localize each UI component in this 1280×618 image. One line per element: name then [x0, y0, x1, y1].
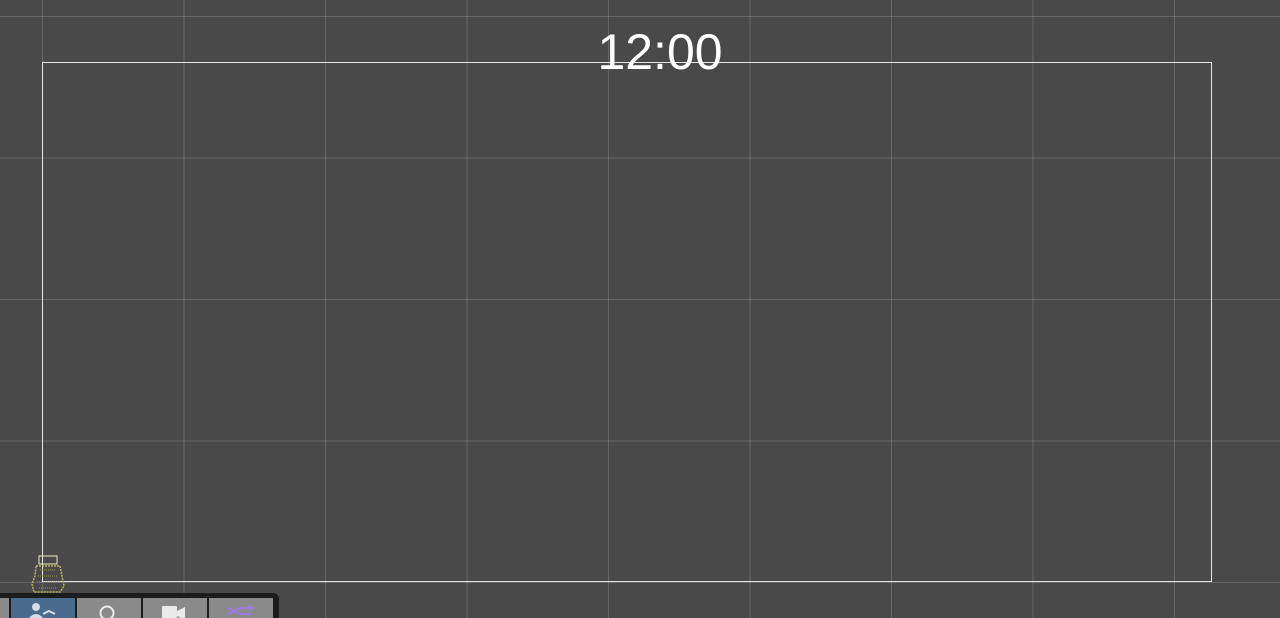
character-sprite[interactable] [30, 552, 66, 594]
search-tool-button[interactable] [77, 598, 141, 618]
sprite-tool-button[interactable] [11, 598, 75, 618]
shuffle-icon [226, 604, 254, 615]
clock-label: 12:00 [597, 24, 723, 80]
shuffle-tool-button[interactable] [209, 598, 273, 618]
search-icon [99, 605, 115, 618]
camera-icon [162, 606, 185, 618]
tool-button-partial[interactable] [0, 598, 9, 618]
sprite-tool-icon [29, 603, 56, 618]
camera-frame [42, 62, 1212, 582]
camera-tool-button[interactable] [143, 598, 207, 618]
bottom-toolbar [0, 593, 279, 618]
